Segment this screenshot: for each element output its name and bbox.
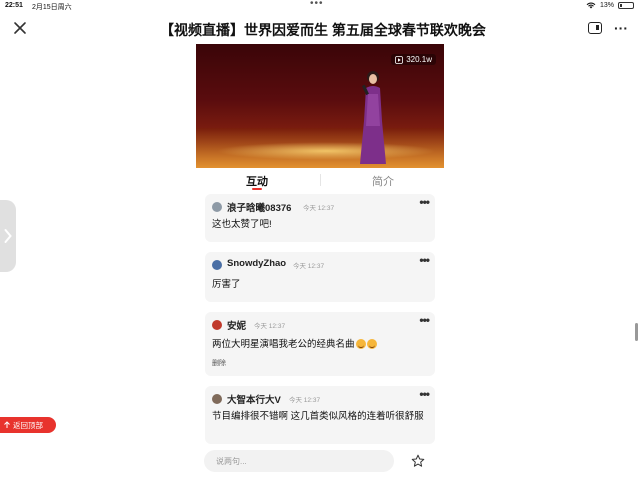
comment-more-icon[interactable]: ••• [419, 195, 430, 209]
view-count: 320.1w [391, 54, 436, 65]
tab-active-indicator [252, 188, 262, 190]
comment-time: 今天 12:37 [289, 397, 321, 404]
comment-card: 安妮 今天 12:37 ••• 两位大明星演唱我老公的经典名曲 删除 [205, 312, 435, 376]
comment-user[interactable]: 浪子晗曦08376 [227, 200, 291, 214]
comment-input[interactable] [204, 450, 394, 472]
tab-bar: 互动 简介 [196, 168, 444, 192]
back-to-top-button[interactable]: 返回顶部 [0, 417, 56, 433]
video-player[interactable]: 320.1w [196, 44, 444, 168]
scrollbar-thumb[interactable] [635, 323, 638, 341]
view-count-value: 320.1w [406, 55, 432, 64]
split-view-icon[interactable] [588, 22, 602, 34]
tab-intro[interactable]: 简介 [372, 173, 394, 189]
comment-more-icon[interactable]: ••• [419, 387, 430, 401]
comment-user[interactable]: 大智本行大V [227, 392, 281, 406]
comment-card: 大智本行大V 今天 12:37 ••• 节目编排很不错啊 这几首类似风格的连着听… [205, 386, 435, 444]
comment-time: 今天 12:37 [254, 323, 286, 330]
play-icon [395, 55, 404, 64]
status-right: 13% [586, 1, 634, 9]
back-to-top-label: 返回顶部 [13, 420, 43, 430]
comment-user[interactable]: 安妮 [227, 318, 246, 332]
side-panel-handle[interactable] [0, 200, 16, 272]
comment-time: 今天 12:37 [303, 205, 335, 212]
performer-figure [360, 71, 386, 164]
comment-user[interactable]: SnowdyZhao [227, 258, 286, 269]
avatar[interactable] [212, 320, 222, 330]
comment-text: 厉害了 [212, 279, 241, 290]
header: 【视频直播】世界因爱而生 第五届全球春节联欢晚会 ··· [0, 12, 640, 44]
delete-button[interactable]: 删除 [212, 358, 226, 368]
avatar[interactable] [212, 260, 222, 270]
comment-text-line: 两位大明星演唱我老公的经典名曲 [212, 338, 377, 351]
page-title: 【视频直播】世界因爱而生 第五届全球春节联欢晚会 [160, 22, 486, 38]
status-time: 22:51 [5, 2, 23, 9]
arrow-up-icon [4, 421, 10, 428]
chevron-right-icon [4, 229, 12, 243]
grin-emoji-icon [366, 339, 377, 350]
comment-more-icon[interactable]: ••• [419, 313, 430, 327]
status-bar: 22:51 2月15日周六 ••• 13% [0, 0, 640, 12]
avatar[interactable] [212, 202, 222, 212]
grin-emoji-icon [355, 339, 366, 350]
comment-card: SnowdyZhao 今天 12:37 ••• 厉害了 [205, 252, 435, 302]
close-icon[interactable] [12, 20, 28, 36]
tab-interact[interactable]: 互动 [246, 173, 268, 189]
wifi-icon [586, 2, 596, 9]
avatar[interactable] [212, 394, 222, 404]
comment-more-icon[interactable]: ••• [419, 253, 430, 267]
multitask-dots-icon[interactable]: ••• [310, 0, 324, 9]
comment-text: 节目编排很不错啊 这几首类似风格的连着听很舒服 [212, 411, 424, 422]
comment-input-wrapper [204, 450, 394, 472]
comment-text: 两位大明星演唱我老公的经典名曲 [212, 339, 355, 350]
battery-percent: 13% [599, 1, 614, 9]
tab-divider [320, 174, 321, 186]
comment-card: 浪子晗曦08376 今天 12:37 ••• 这也太赞了吧! [205, 194, 435, 242]
stage-lights [216, 142, 436, 160]
battery-icon [618, 1, 634, 9]
more-icon[interactable]: ··· [614, 20, 628, 36]
status-date: 2月15日周六 [32, 4, 72, 11]
comment-text: 这也太赞了吧! [212, 219, 272, 230]
comment-time: 今天 12:37 [293, 263, 325, 270]
star-icon[interactable] [411, 454, 425, 468]
